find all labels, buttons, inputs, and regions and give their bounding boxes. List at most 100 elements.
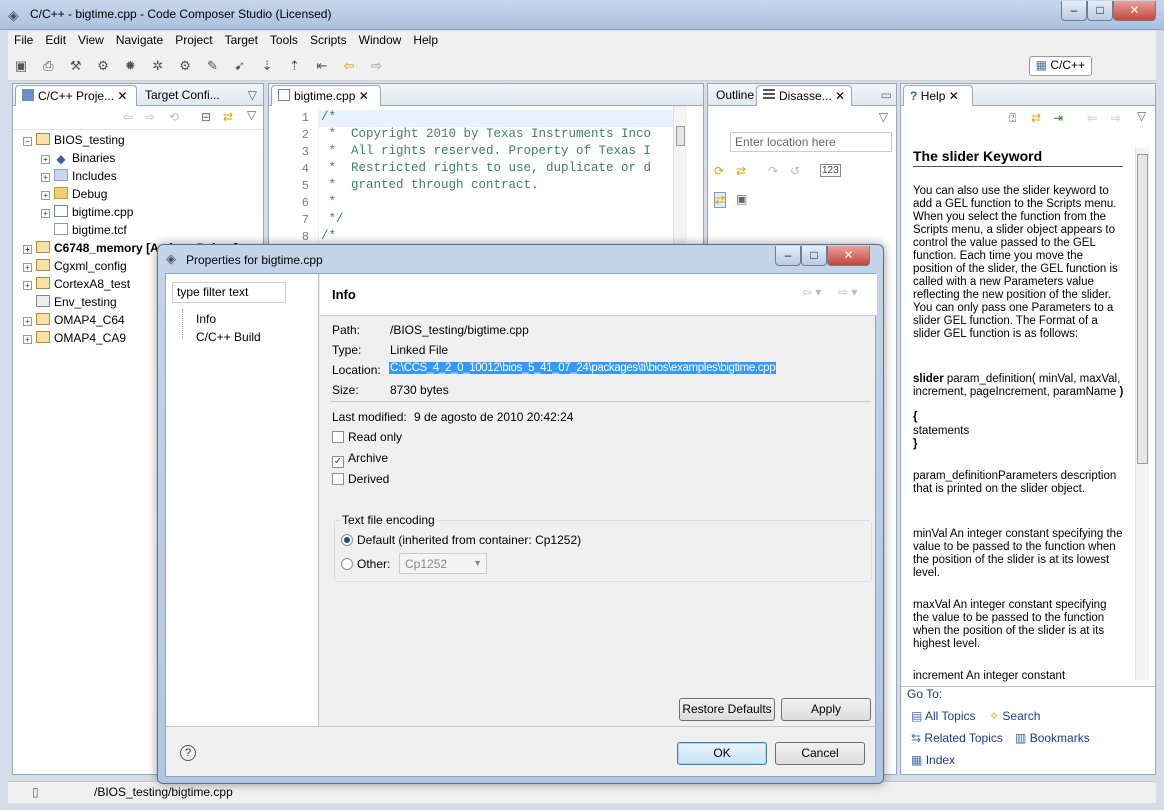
back-icon[interactable]: ⇦ (340, 57, 358, 75)
tab-project-explorer[interactable]: C/C++ Proje... ✕ (15, 85, 137, 106)
expand-icon[interactable]: + (23, 245, 32, 254)
scrollbar-thumb[interactable] (676, 126, 685, 146)
view-menu-icon[interactable]: ▽ (1137, 109, 1146, 123)
step-return-icon[interactable]: ↺ (790, 164, 800, 178)
last-edit-icon[interactable]: ⇤ (313, 57, 331, 75)
tab-outline[interactable]: Outline (710, 85, 756, 106)
close-tab-icon[interactable]: ✕ (117, 89, 127, 103)
fast-view-icon[interactable]: ▯ (32, 785, 39, 799)
expand-icon[interactable]: + (23, 335, 32, 344)
restore-defaults-button[interactable]: Restore Defaults (679, 698, 775, 721)
expand-icon[interactable]: + (23, 317, 32, 326)
number-format-icon[interactable]: 123 (820, 164, 841, 177)
other-encoding-select[interactable]: Cp1252 ▼ (399, 553, 487, 574)
settings-icon[interactable]: ⚙ (176, 57, 194, 75)
close-tab-icon[interactable]: ✕ (949, 89, 959, 103)
perspective-button[interactable]: ▦ C/C++ (1028, 56, 1092, 76)
save-icon[interactable]: ▣ (12, 57, 30, 75)
tree-item-includes[interactable]: + Includes (41, 169, 117, 183)
collapse-icon[interactable]: − (23, 137, 32, 146)
print-icon[interactable]: ⎙ (39, 57, 57, 75)
nav-item-cpp-build[interactable]: C/C++ Build (196, 330, 261, 344)
minimize-view-icon[interactable]: ▭ (881, 88, 892, 102)
location-value[interactable]: C:\CCS_4_2_0_10012\bios_5_41_07_24\packa… (389, 362, 777, 374)
menu-help[interactable]: Help (407, 31, 444, 49)
tree-item-cgxml-config[interactable]: + Cgxml_config (23, 259, 127, 273)
code-line[interactable]: /* (321, 229, 336, 243)
menu-window[interactable]: Window (353, 31, 408, 49)
tree-item-omap4-ca9[interactable]: + OMAP4_CA9 (23, 331, 126, 345)
view-menu-icon[interactable]: ▽ (879, 110, 888, 124)
build-icon[interactable]: ⚒ (67, 57, 85, 75)
code-line[interactable]: /* (321, 110, 336, 124)
other-encoding-radio[interactable]: Other: (341, 557, 390, 571)
menu-navigate[interactable]: Navigate (110, 31, 169, 49)
back-icon[interactable]: ⇦ ▾ (802, 285, 821, 299)
view-menu-icon[interactable]: ▽ (247, 108, 256, 122)
tab-bigtime-cpp[interactable]: bigtime.cpp ✕ (271, 85, 381, 106)
close-window-button[interactable]: ✕ (1113, 1, 1156, 21)
help-icon[interactable]: ? (180, 745, 196, 761)
link-search[interactable]: ✧ Search (989, 709, 1040, 723)
help-back-icon[interactable]: ⇦ (1087, 111, 1097, 125)
expand-icon[interactable]: + (23, 281, 32, 290)
menu-scripts[interactable]: Scripts (304, 31, 353, 49)
close-tab-icon[interactable]: ✕ (835, 89, 845, 103)
up-nav-icon[interactable]: ⟲ (169, 110, 179, 124)
help-forward-icon[interactable]: ⇨ (1111, 111, 1121, 125)
build-all-icon[interactable]: ⚙ (94, 57, 112, 75)
derived-checkbox[interactable]: Derived (332, 472, 389, 486)
menu-project[interactable]: Project (169, 31, 218, 49)
collapse-all-icon[interactable]: ⊟ (201, 110, 211, 124)
menu-tools[interactable]: Tools (264, 31, 304, 49)
code-line[interactable]: * granted through contract. (321, 178, 539, 192)
view-menu-icon[interactable]: ▽ (248, 88, 257, 102)
dialog-close-button[interactable]: ✕ (827, 246, 870, 266)
edit-icon[interactable]: ✎ (203, 57, 221, 75)
default-encoding-radio[interactable]: Default (inherited from container: Cp125… (341, 533, 581, 547)
prev-annotation-icon[interactable]: ⇣ (258, 57, 276, 75)
show-in-contents-icon[interactable]: ⍰ (1009, 111, 1016, 126)
tree-item-omap4-c64[interactable]: + OMAP4_C64 (23, 313, 125, 327)
tab-target-config[interactable]: Target Confi... (139, 85, 237, 106)
refresh-icon[interactable]: ⟳ (714, 164, 724, 178)
tree-item-bios-testing[interactable]: − BIOS_testing (23, 133, 125, 147)
tree-item-bigtime-tcf[interactable]: bigtime.tcf (54, 223, 127, 237)
next-annotation-icon[interactable]: ⇡ (285, 57, 303, 75)
cancel-button[interactable]: Cancel (775, 742, 865, 765)
code-line[interactable]: * Restricted rights to use, duplicate or… (321, 161, 652, 175)
menu-edit[interactable]: Edit (39, 31, 72, 49)
forward-icon[interactable]: ⇨ ▾ (838, 285, 857, 299)
forward-icon[interactable]: ⇨ (367, 57, 385, 75)
archive-checkbox[interactable]: ✓ Archive (332, 451, 388, 468)
ok-button[interactable]: OK (677, 742, 767, 765)
link-editor-icon[interactable]: ⇄ (223, 110, 233, 124)
dialog-maximize-button[interactable]: □ (801, 246, 827, 266)
code-line[interactable]: * (321, 195, 337, 209)
debug-icon[interactable]: ✲ (149, 57, 167, 75)
apply-button[interactable]: Apply (781, 698, 871, 721)
forward-nav-icon[interactable]: ⇨ (145, 110, 155, 124)
link-icon[interactable]: ⇄ (714, 192, 727, 208)
read-only-checkbox[interactable]: Read only (332, 430, 402, 444)
location-input[interactable]: Enter location here (730, 132, 892, 152)
tree-item-debug[interactable]: + Debug (41, 187, 107, 201)
nav-item-info[interactable]: Info (196, 312, 216, 326)
tree-item-bigtime-cpp[interactable]: + bigtime.cpp (41, 205, 133, 219)
menu-target[interactable]: Target (219, 31, 264, 49)
back-nav-icon[interactable]: ⇦ (123, 110, 133, 124)
link-all-topics[interactable]: ▤ All Topics (911, 709, 975, 723)
menu-view[interactable]: View (72, 31, 110, 49)
tab-help[interactable]: ? Help ✕ (903, 85, 973, 106)
sync-toc-icon[interactable]: ⇄ (1031, 111, 1041, 125)
menu-file[interactable]: File (8, 31, 39, 49)
dialog-minimize-button[interactable]: – (775, 246, 801, 266)
link-bookmarks[interactable]: ▥ Bookmarks (1015, 731, 1090, 745)
link-related-topics[interactable]: ⇆ Related Topics (911, 731, 1003, 745)
sync-icon[interactable]: ⇄ (736, 164, 746, 178)
expand-icon[interactable]: + (41, 209, 50, 218)
expand-icon[interactable]: + (23, 263, 32, 272)
target-icon[interactable]: ✹ (121, 57, 139, 75)
code-line[interactable]: */ (321, 212, 344, 226)
expand-icon[interactable]: + (41, 191, 50, 200)
